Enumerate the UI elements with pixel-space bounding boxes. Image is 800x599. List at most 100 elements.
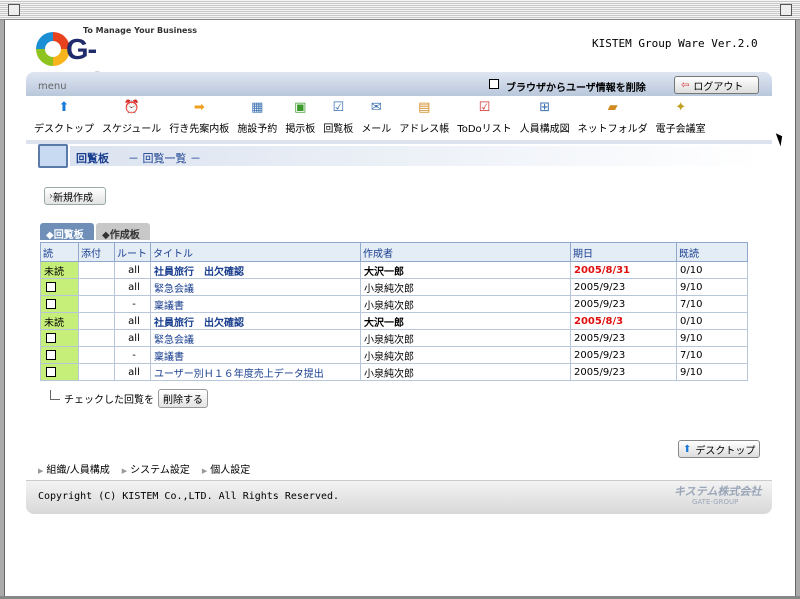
up-arrow-icon: ⬆ xyxy=(58,100,70,115)
nav-item-label: スケジュール xyxy=(102,124,162,135)
date-cell: 2005/9/23 xyxy=(570,278,677,296)
tab-created[interactable]: ◆作成板 xyxy=(96,223,150,241)
tab-circular[interactable]: ◆回覧板 xyxy=(40,223,94,241)
route-cell-text: - xyxy=(132,349,136,361)
readcount-cell: 9/10 xyxy=(676,278,748,296)
title-link[interactable]: 社員旅行 出欠確認 xyxy=(154,267,244,278)
title-cell[interactable]: 稟議書 xyxy=(150,346,361,364)
title-link[interactable]: 緊急会議 xyxy=(154,284,194,295)
title-cell[interactable]: 緊急会議 xyxy=(150,329,361,347)
nav-item-7[interactable]: ▤ アドレス帳 xyxy=(399,100,449,138)
read-status-text: 未読 xyxy=(44,266,64,278)
route-cell-text: - xyxy=(132,298,136,310)
nav-item-6[interactable]: ✉ メール xyxy=(361,100,391,138)
new-create-button[interactable]: › 新規作成 xyxy=(44,187,106,205)
row-checkbox[interactable] xyxy=(46,281,56,292)
logout-button[interactable]: ⇦ ログアウト xyxy=(674,76,759,94)
readcount-cell: 0/10 xyxy=(676,312,748,330)
col-readcount: 既読 xyxy=(676,242,748,262)
nav-item-5[interactable]: ☑ 回覧板 xyxy=(323,100,353,138)
title-cell[interactable]: ユーザー別Ｈ１６年度売上データ提出 xyxy=(150,363,361,381)
row-checkbox[interactable] xyxy=(46,332,56,343)
row-checkbox-cell xyxy=(40,278,79,296)
logo-g-mark xyxy=(36,32,70,66)
elbow-connector xyxy=(50,389,60,400)
nav-item-1[interactable]: ⏰ スケジュール xyxy=(102,100,161,138)
row-checkbox[interactable] xyxy=(46,366,56,377)
footer-link-personal[interactable]: ▶ 個人設定 xyxy=(202,461,250,476)
bulk-delete-button[interactable]: 削除する xyxy=(158,389,208,408)
version-text: KISTEM Group Ware Ver.2.0 xyxy=(592,37,758,50)
title-link[interactable]: 稟議書 xyxy=(154,301,184,312)
route-cell-text: all xyxy=(128,366,140,378)
date-cell: 2005/8/31 xyxy=(570,261,677,279)
title-link[interactable]: ユーザー別Ｈ１６年度売上データ提出 xyxy=(154,369,324,380)
company-logo: キステム株式会社 xyxy=(674,485,762,498)
logout-icon: ⇦ xyxy=(681,79,690,91)
nav-item-11[interactable]: ✦ 電子会議室 xyxy=(656,100,706,138)
nav-item-label: 回覧板 xyxy=(323,124,354,135)
route-cell: all xyxy=(114,261,151,279)
author-cell-text: 小泉純次郎 xyxy=(364,283,414,295)
board-icon: ▣ xyxy=(294,100,307,115)
title-link[interactable]: 稟議書 xyxy=(154,352,184,363)
nav-item-0[interactable]: ⬆ デスクトップ xyxy=(34,100,94,138)
nav-item-label: ToDoリスト xyxy=(457,124,512,135)
row-checkbox-cell xyxy=(40,346,79,364)
readcount-cell-text: 9/10 xyxy=(680,366,703,378)
delete-browser-info-checkbox[interactable] xyxy=(489,79,499,89)
window-zoom-button[interactable] xyxy=(780,4,792,16)
date-cell: 2005/9/23 xyxy=(570,295,677,313)
nav-item-label: 施設予約 xyxy=(237,124,278,135)
title-link[interactable]: 緊急会議 xyxy=(154,335,194,346)
title-cell[interactable]: 稟議書 xyxy=(150,295,361,313)
menu-bar xyxy=(26,72,772,96)
new-create-label: 新規作成 xyxy=(53,192,93,204)
footer-link-system[interactable]: ▶ システム設定 xyxy=(122,461,190,476)
main-nav: ⬆ デスクトップ ⏰ スケジュール ➡ 行き先案内板 ▦ 施設予約 ▣ 掲示板 ☑ 回覧板 ✉ メール ▤ ア… xyxy=(34,100,764,138)
date-cell-text: 2005/9/23 xyxy=(574,349,626,361)
table-row: all ユーザー別Ｈ１６年度売上データ提出 小泉純次郎 2005/9/23 9/10 xyxy=(40,363,748,381)
window-close-button[interactable] xyxy=(8,4,20,16)
col-title: タイトル xyxy=(150,242,361,262)
read-status-text: 未読 xyxy=(44,317,64,329)
author-cell: 小泉純次郎 xyxy=(360,346,571,364)
nav-item-10[interactable]: ▰ ネットフォルダ xyxy=(578,100,648,138)
date-cell-text: 2005/9/23 xyxy=(574,281,626,293)
col-route: ルート xyxy=(114,242,151,262)
author-cell: 小泉純次郎 xyxy=(360,278,571,296)
copyright: Copyright (C) KISTEM Co.,LTD. All Rights… xyxy=(38,491,340,502)
table-row: 未読 all 社員旅行 出欠確認 大沢一郎 2005/8/31 0/10 xyxy=(40,261,748,279)
row-checkbox-cell xyxy=(40,295,79,313)
todo-icon: ☑ xyxy=(478,100,491,115)
date-cell-text: 2005/9/23 xyxy=(574,366,626,378)
author-cell: 大沢一郎 xyxy=(360,312,571,330)
author-cell: 大沢一郎 xyxy=(360,261,571,279)
nav-item-label: デスクトップ xyxy=(34,124,94,135)
author-cell: 小泉純次郎 xyxy=(360,363,571,381)
row-checkbox[interactable] xyxy=(46,298,56,309)
nav-item-8[interactable]: ☑ ToDoリスト xyxy=(457,100,511,138)
col-attach: 添付 xyxy=(78,242,115,262)
desktop-button[interactable]: ⬆ デスクトップ xyxy=(678,440,760,458)
title-link[interactable]: 社員旅行 出欠確認 xyxy=(154,318,244,329)
readcount-cell-text: 7/10 xyxy=(680,298,703,310)
nav-item-9[interactable]: ⊞ 人員構成図 xyxy=(520,100,570,138)
nav-item-label: 掲示板 xyxy=(285,124,316,135)
title-cell[interactable]: 社員旅行 出欠確認 xyxy=(150,261,361,279)
bulk-label: チェックした回覧を xyxy=(64,395,154,406)
nav-item-2[interactable]: ➡ 行き先案内板 xyxy=(169,100,229,138)
footer-link-org[interactable]: ▶ 組織/人員構成 xyxy=(38,461,110,476)
title-cell[interactable]: 緊急会議 xyxy=(150,278,361,296)
book-icon: ▤ xyxy=(418,100,431,115)
readcount-cell-text: 0/10 xyxy=(680,264,703,276)
nav-item-3[interactable]: ▦ 施設予約 xyxy=(237,100,277,138)
table-row: - 稟議書 小泉純次郎 2005/9/23 7/10 xyxy=(40,295,748,313)
title-cell[interactable]: 社員旅行 出欠確認 xyxy=(150,312,361,330)
row-checkbox-cell xyxy=(40,363,79,381)
circular-icon: ☑ xyxy=(332,100,345,115)
folder-icon: ▰ xyxy=(607,100,618,115)
org-icon: ⊞ xyxy=(539,100,551,115)
nav-item-4[interactable]: ▣ 掲示板 xyxy=(285,100,315,138)
row-checkbox[interactable] xyxy=(46,349,56,360)
